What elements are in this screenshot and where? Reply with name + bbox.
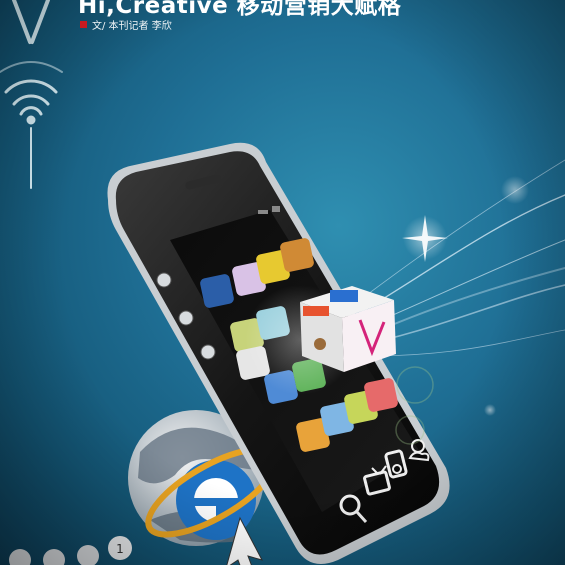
keyboard-keys: 1 xyxy=(9,536,132,565)
lightbulb-wifi-icon xyxy=(0,0,63,189)
article-byline: 文/ 本刊记者 李欣 xyxy=(80,17,172,32)
svg-text:1: 1 xyxy=(116,542,124,556)
app-icon xyxy=(280,238,314,272)
cover-illustration: 1 xyxy=(0,0,565,565)
byline-text: 文/ 本刊记者 李欣 xyxy=(92,21,172,32)
magazine-page: 1 Hi,Creative 移动营销大赋格 文/ 本刊记者 李欣 xyxy=(0,0,565,565)
byline-marker-icon xyxy=(80,21,87,28)
app-icon xyxy=(364,378,398,412)
app-icon xyxy=(200,274,234,308)
